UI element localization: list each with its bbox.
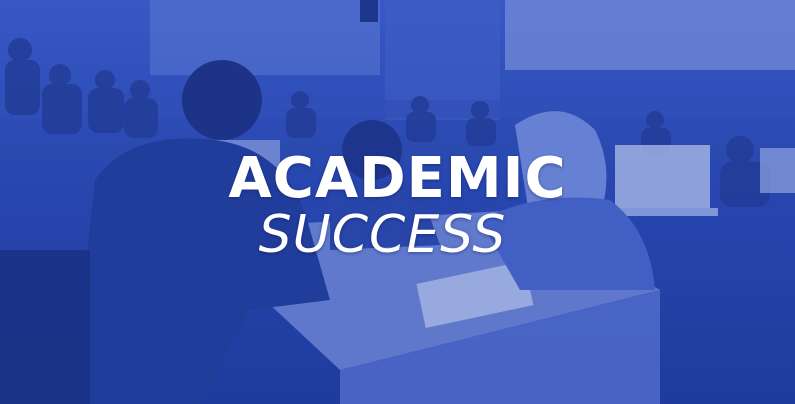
headline-academic: ACADEMIC: [228, 146, 567, 211]
subhead-success: SUCCESS: [258, 205, 507, 265]
banner-title: ACADEMIC SUCCESS: [0, 146, 795, 265]
academic-success-banner: ACADEMIC SUCCESS: [0, 0, 795, 404]
